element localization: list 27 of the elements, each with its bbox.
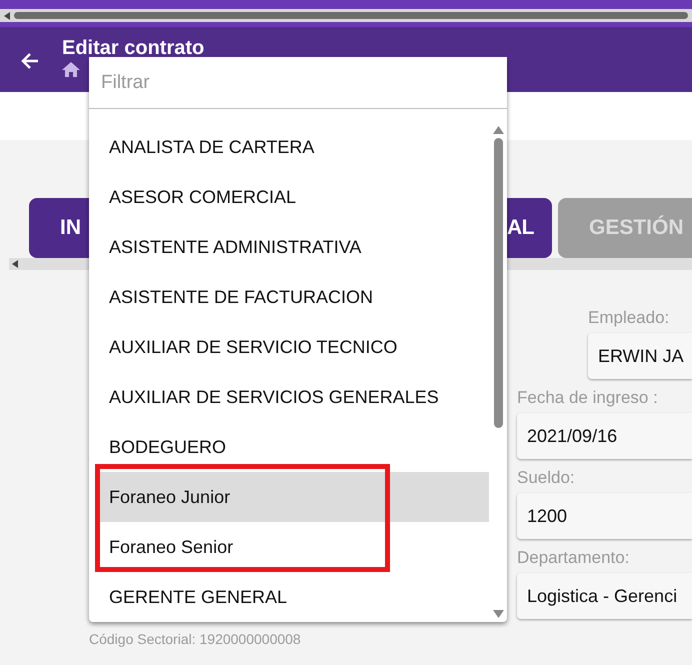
field-label: Fecha de ingreso : bbox=[517, 388, 659, 409]
dropdown-option[interactable]: ASISTENTE DE FACTURACION bbox=[95, 272, 489, 322]
dropdown-option[interactable]: GERENTE GENERAL bbox=[95, 572, 489, 622]
field-label: Departamento: bbox=[517, 548, 630, 569]
dropdown-option[interactable]: AUXILIAR DE SERVICIO TECNICO bbox=[95, 322, 489, 372]
field-label: Sueldo: bbox=[517, 468, 576, 489]
dropdown-option[interactable]: ANALISTA DE CARTERA bbox=[95, 122, 489, 172]
input-field[interactable]: 1200 bbox=[517, 493, 692, 539]
dropdown-option[interactable]: Foraneo Senior bbox=[95, 522, 489, 572]
dropdown-option[interactable]: ASESOR COMERCIAL bbox=[95, 172, 489, 222]
input-field[interactable]: Logistica - Gerenci bbox=[517, 573, 692, 619]
scroll-left-icon[interactable] bbox=[12, 260, 18, 268]
filter-field[interactable]: Filtrar bbox=[89, 57, 507, 109]
scroll-left-icon[interactable] bbox=[4, 12, 10, 20]
home-icon[interactable] bbox=[62, 62, 80, 77]
input-field[interactable]: 2021/09/16 bbox=[517, 413, 692, 459]
back-arrow-icon[interactable] bbox=[20, 51, 40, 71]
dropdown-option[interactable]: BODEGUERO bbox=[95, 422, 489, 472]
dropdown-option[interactable]: ASISTENTE ADMINISTRATIVA bbox=[95, 222, 489, 272]
sector-code-text: Código Sectorial: 1920000000008 bbox=[89, 631, 301, 647]
horizontal-scrollbar[interactable] bbox=[0, 9, 692, 22]
input-field[interactable]: ERWIN JA bbox=[588, 333, 692, 379]
field-label: Empleado: bbox=[588, 308, 670, 329]
scroll-down-icon[interactable] bbox=[492, 610, 504, 618]
scroll-up-icon[interactable] bbox=[492, 126, 504, 134]
dropdown-option[interactable]: AUXILIAR DE SERVICIOS GENERALES bbox=[95, 372, 489, 422]
page-title: Editar contrato bbox=[62, 37, 204, 60]
